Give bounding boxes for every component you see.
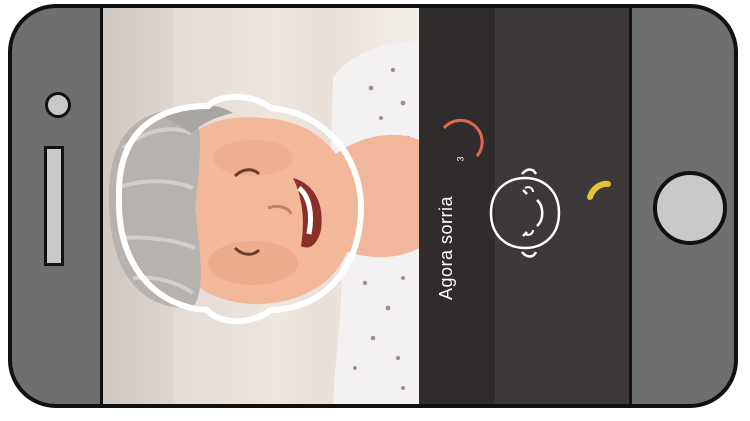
- camera-screen: Agora sorria 3: [100, 8, 632, 404]
- guidance-overlay: [442, 118, 611, 258]
- speaker-grille: [44, 146, 64, 266]
- smiling-face-icon: [489, 168, 561, 258]
- progress-arc-icon: [587, 180, 611, 200]
- front-camera: [45, 92, 71, 118]
- home-button[interactable]: [653, 171, 727, 245]
- phone-frame: Agora sorria 3: [8, 4, 738, 408]
- countdown-number: 3: [455, 156, 466, 162]
- countdown-ring-icon: [442, 118, 484, 157]
